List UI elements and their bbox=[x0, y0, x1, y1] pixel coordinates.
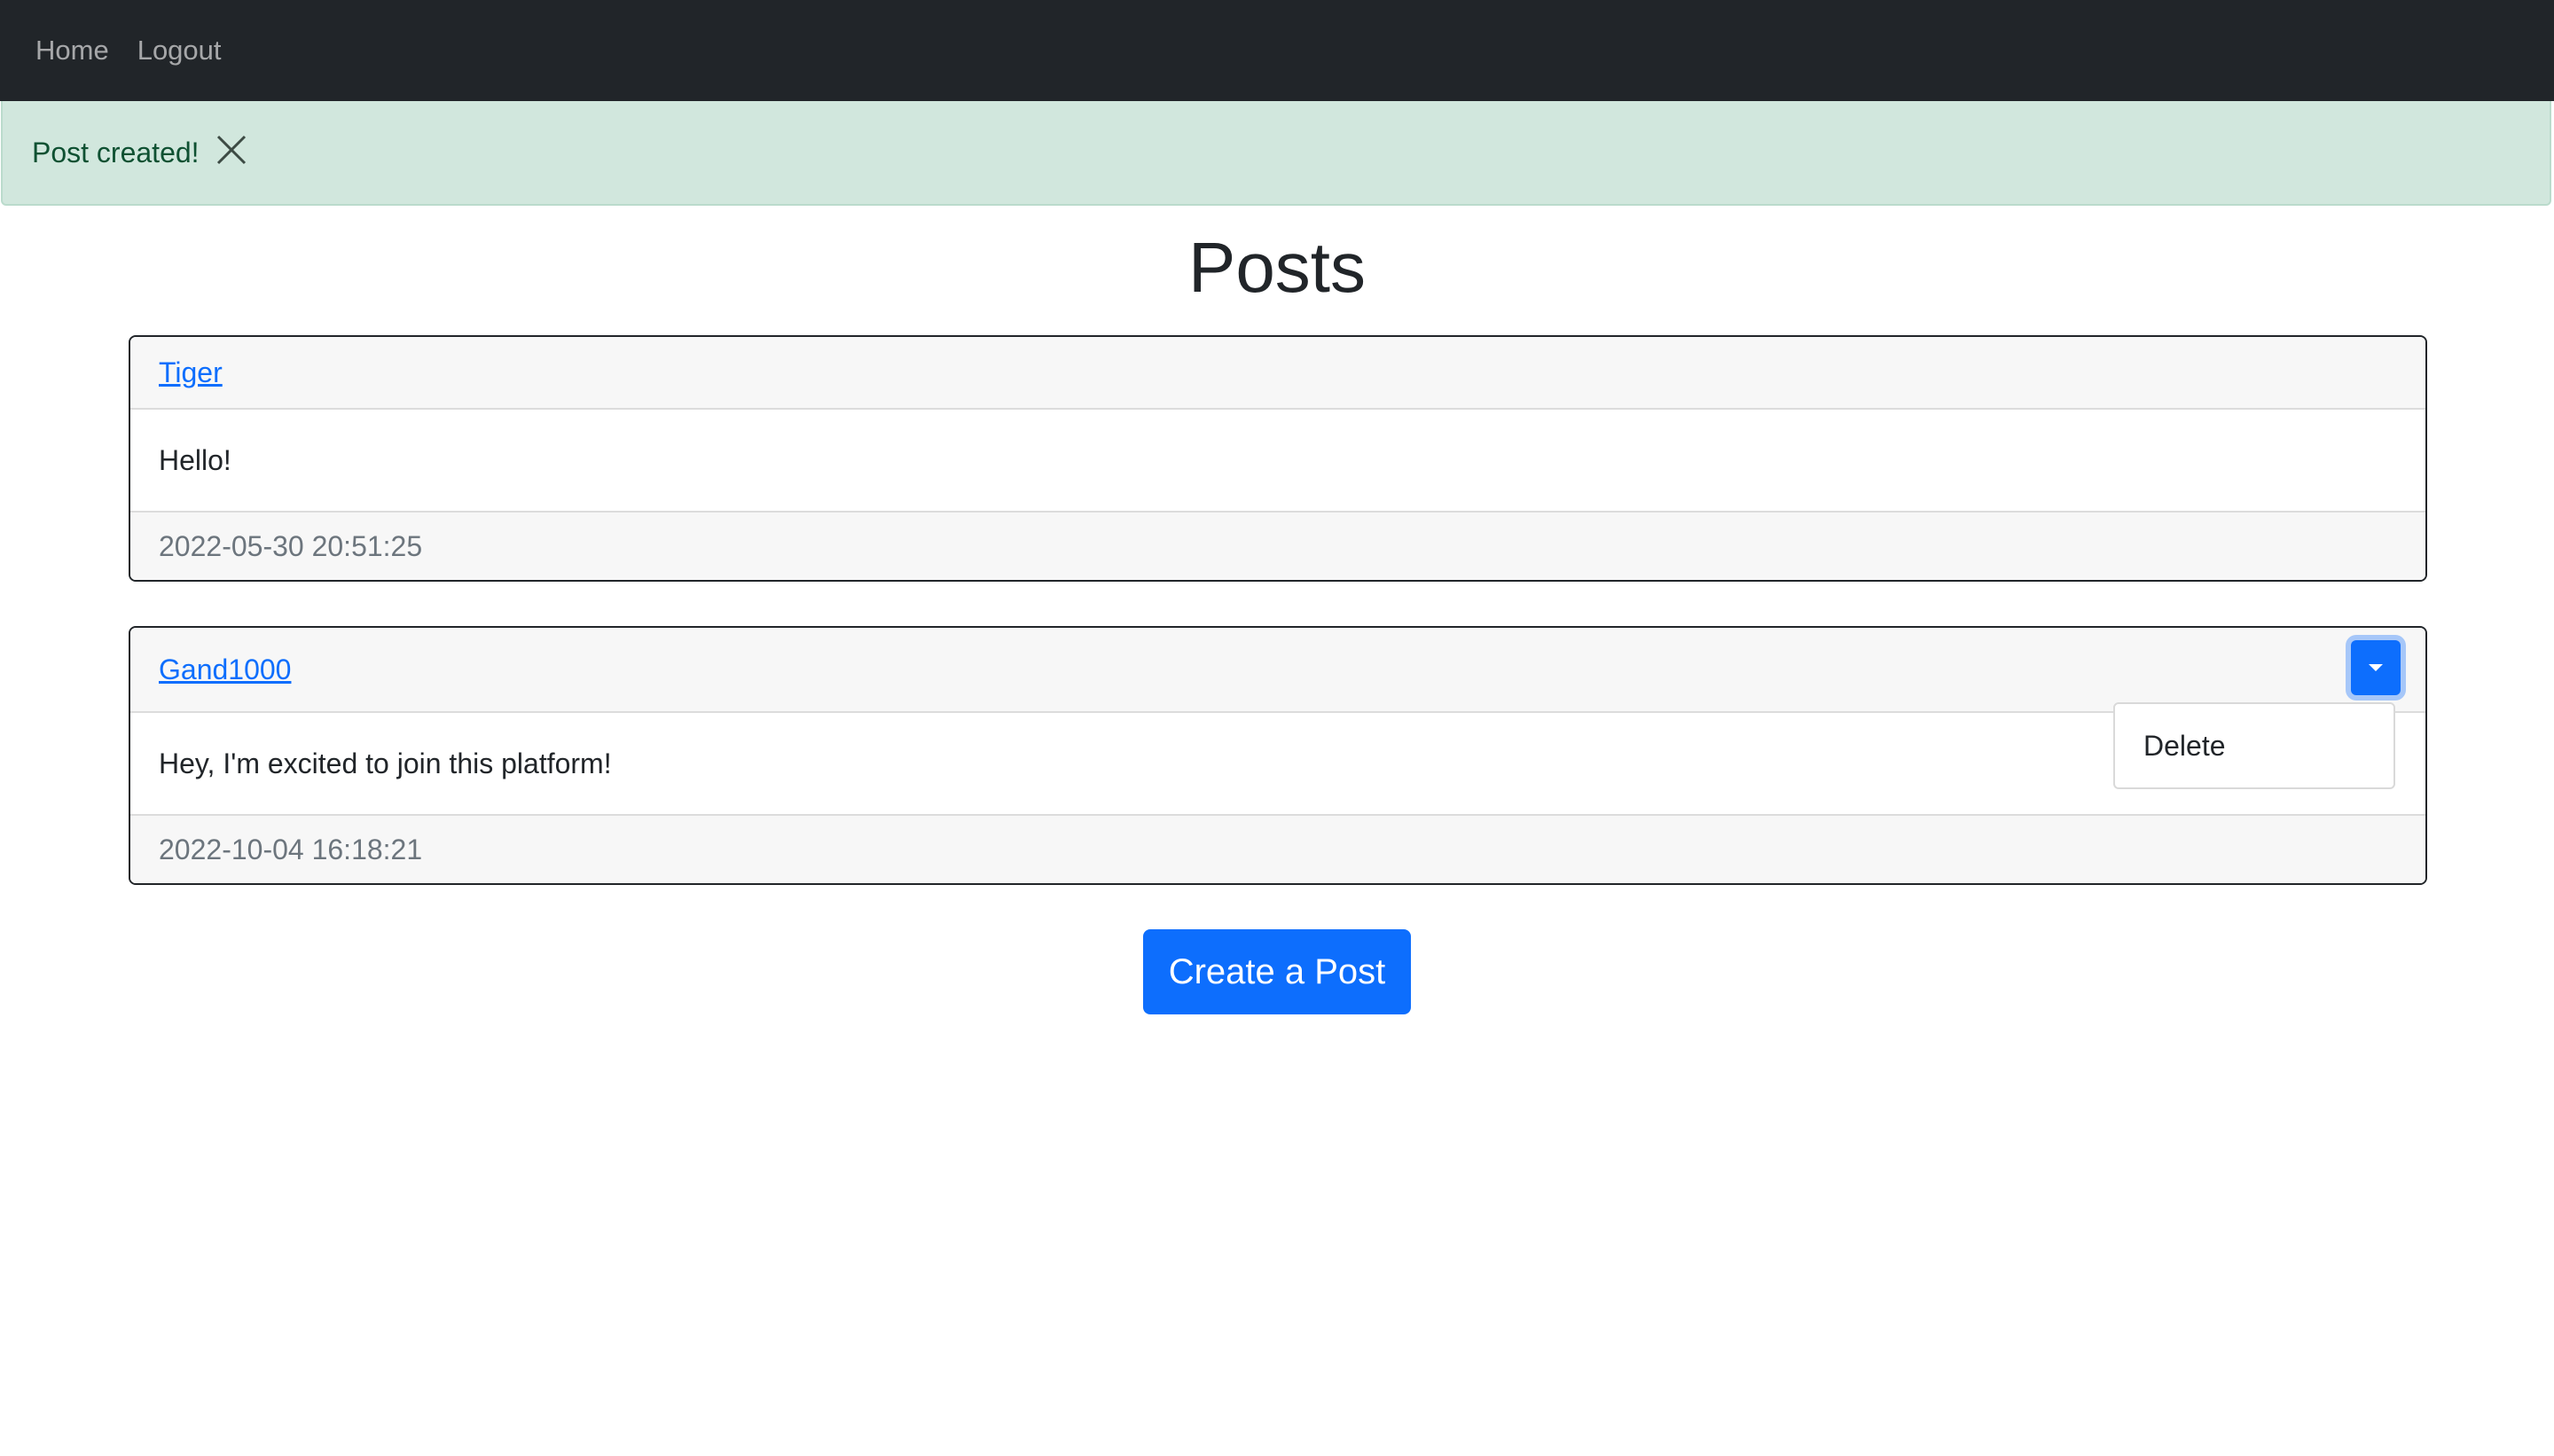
post-card-header: Tiger bbox=[130, 337, 2425, 410]
post-card: Tiger Hello! 2022-05-30 20:51:25 bbox=[129, 335, 2427, 582]
post-options-dropdown-button[interactable] bbox=[2351, 640, 2401, 695]
post-card-footer: 2022-05-30 20:51:25 bbox=[130, 511, 2425, 580]
post-author-link[interactable]: Tiger bbox=[159, 356, 223, 389]
post-author-link[interactable]: Gand1000 bbox=[159, 654, 291, 686]
nav-logout-link[interactable]: Logout bbox=[137, 35, 222, 67]
close-x-icon bbox=[216, 135, 246, 165]
top-navbar: Home Logout bbox=[0, 0, 2554, 101]
post-card-body: Hello! bbox=[130, 410, 2425, 511]
post-card-footer: 2022-10-04 16:18:21 bbox=[130, 814, 2425, 883]
post-card: Gand1000 Hey, I'm excited to join this p… bbox=[129, 626, 2427, 885]
post-card-header: Gand1000 bbox=[130, 628, 2425, 713]
alert-message: Post created! bbox=[32, 136, 200, 168]
caret-down-icon bbox=[2369, 664, 2383, 671]
post-options-menu: Delete bbox=[2113, 702, 2395, 789]
delete-menu-item[interactable]: Delete bbox=[2143, 730, 2226, 763]
post-timestamp: 2022-05-30 20:51:25 bbox=[159, 529, 423, 562]
success-alert: Post created! bbox=[1, 101, 2551, 206]
post-content: Hello! bbox=[159, 443, 231, 476]
post-card-body: Hey, I'm excited to join this platform! bbox=[130, 713, 2425, 814]
close-icon[interactable] bbox=[214, 132, 249, 168]
post-content: Hey, I'm excited to join this platform! bbox=[159, 747, 612, 779]
nav-home-link[interactable]: Home bbox=[35, 35, 109, 67]
page-title: Posts bbox=[1187, 228, 1367, 307]
create-post-button[interactable]: Create a Post bbox=[1143, 929, 1411, 1014]
post-timestamp: 2022-10-04 16:18:21 bbox=[159, 833, 423, 865]
